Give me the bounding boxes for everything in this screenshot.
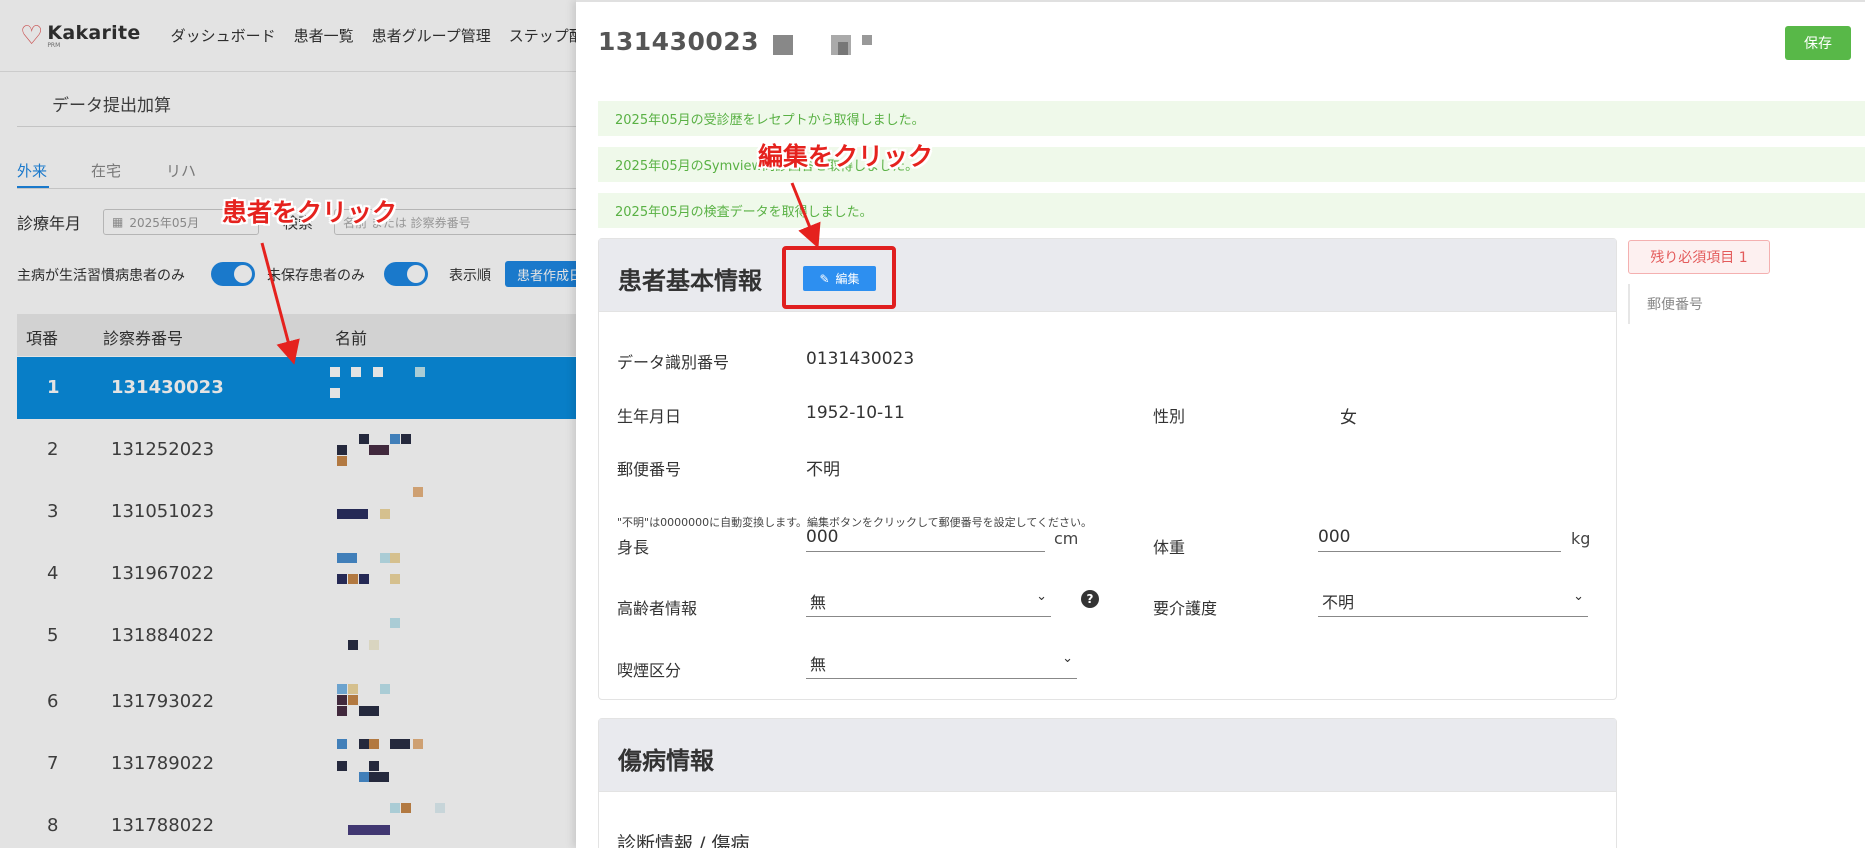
edit-highlight-box xyxy=(782,246,896,309)
remaining-required-badge[interactable]: 残り必須項目 1 xyxy=(1628,240,1770,274)
postal-code-label: 郵便番号 xyxy=(617,460,682,479)
disease-info-card: 傷病情報 診断情報 / 傷病 xyxy=(598,718,1617,848)
annotation-click-edit: 編集をクリック xyxy=(758,142,934,171)
smoking-value: 無 xyxy=(810,655,827,674)
card-title: 患者基本情報 xyxy=(618,267,762,295)
alert-text: 2025年05月の検査データを取得しました。 xyxy=(615,205,873,220)
smoking-select[interactable]: 無 ⌄ xyxy=(806,649,1077,679)
care-level-value: 不明 xyxy=(1322,593,1355,612)
alert-receipt: 2025年05月の受診歴をレセプトから取得しました。 × xyxy=(598,101,1865,136)
data-id-label: データ識別番号 xyxy=(617,353,730,372)
sex-label: 性別 xyxy=(1153,407,1186,426)
weight-label: 体重 xyxy=(1153,538,1186,557)
care-level-label: 要介護度 xyxy=(1153,599,1218,618)
sex-value: 女 xyxy=(1340,408,1357,428)
side-nav-rule xyxy=(1628,284,1630,324)
patient-basic-info-card: 患者基本情報 ✎ 編集 データ識別番号 0131430023 生年月日 1952… xyxy=(598,238,1617,700)
smoking-label: 喫煙区分 xyxy=(617,661,682,680)
chevron-down-icon: ⌄ xyxy=(1036,589,1047,604)
chevron-down-icon: ⌄ xyxy=(1573,589,1584,604)
height-unit: cm xyxy=(1054,529,1079,548)
alert-lab-data: 2025年05月の検査データを取得しました。 × xyxy=(598,193,1865,228)
card-title: 傷病情報 xyxy=(618,747,714,775)
elderly-info-select[interactable]: 無 ⌄ xyxy=(806,587,1051,617)
card-header: 傷病情報 xyxy=(599,719,1616,792)
data-id-value: 0131430023 xyxy=(806,349,915,369)
save-button[interactable]: 保存 xyxy=(1785,26,1851,60)
drawer-title: 131430023 xyxy=(598,27,760,56)
birth-date-label: 生年月日 xyxy=(617,407,682,426)
weight-unit: kg xyxy=(1571,529,1591,548)
card-header: 患者基本情報 ✎ 編集 xyxy=(599,239,1616,312)
chevron-down-icon: ⌄ xyxy=(1062,651,1073,666)
elderly-info-value: 無 xyxy=(810,593,827,612)
patient-detail-drawer: 131430023 保存 2025年05月の受診歴をレセプトから取得しました。 … xyxy=(576,0,1865,848)
modal-backdrop[interactable] xyxy=(0,0,576,848)
patient-list-app: ♡ Kakarite PRM ダッシュボード 患者一覧 患者グループ管理 ステッ… xyxy=(0,0,576,848)
height-input[interactable]: 000 xyxy=(806,527,1045,552)
care-level-select[interactable]: 不明 ⌄ xyxy=(1318,587,1588,617)
height-label: 身長 xyxy=(617,538,650,557)
help-icon[interactable]: ? xyxy=(1081,590,1099,608)
elderly-info-label: 高齢者情報 xyxy=(617,599,698,618)
birth-date-value: 1952-10-11 xyxy=(806,403,905,423)
side-nav-postal-code[interactable]: 郵便番号 xyxy=(1647,294,1703,314)
postal-code-value: 不明 xyxy=(806,460,840,480)
alert-text: 2025年05月の受診歴をレセプトから取得しました。 xyxy=(615,113,925,128)
weight-input[interactable]: 000 xyxy=(1318,527,1561,552)
annotation-click-patient: 患者をクリック xyxy=(222,198,398,227)
diagnosis-subtitle: 診断情報 / 傷病 xyxy=(617,833,750,848)
